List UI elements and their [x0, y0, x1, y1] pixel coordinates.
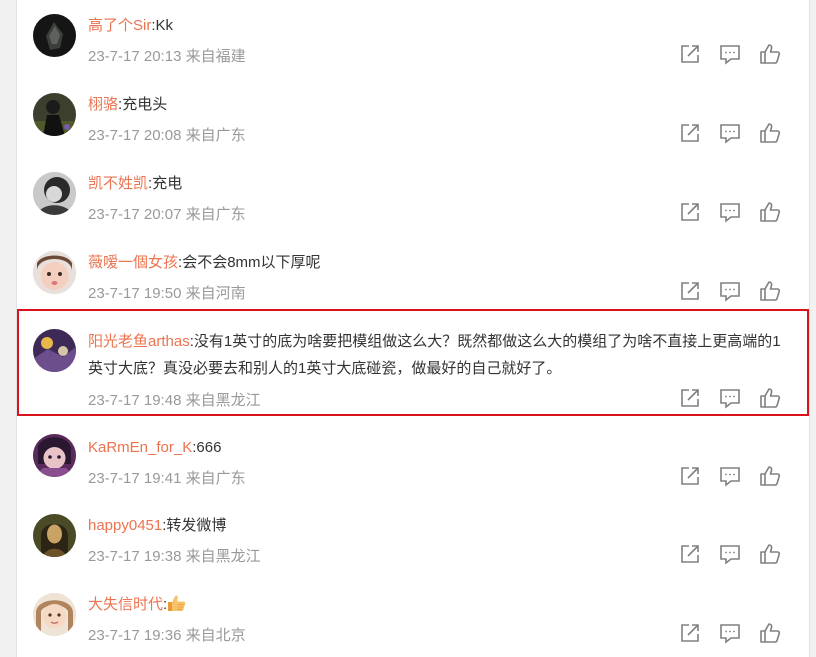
comment-icon[interactable] — [719, 465, 741, 487]
comment-item: 高了个Sir:Kk 23-7-17 20:13 来自福建 — [17, 0, 809, 79]
comment-line: happy0451:转发微博 — [88, 512, 789, 539]
comment-actions — [679, 622, 785, 644]
comment-text: Kk — [155, 17, 174, 34]
comment-meta: 23-7-17 19:50 来自河南 — [88, 282, 246, 303]
comment-actions — [679, 465, 785, 487]
comment-source: 来自广东 — [185, 127, 246, 144]
avatar[interactable] — [33, 251, 76, 294]
comment-date: 23-7-17 20:08 — [88, 127, 182, 144]
comment-meta: 23-7-17 20:07 来自广东 — [88, 203, 246, 224]
comment-username[interactable]: 凯不姓凯 — [88, 175, 148, 192]
comment-item: 凯不姓凯:充电 23-7-17 20:07 来自广东 — [17, 158, 809, 237]
comment-source: 来自河南 — [185, 285, 246, 302]
comment-item: 薇嗳一個女孩:会不会8mm以下厚呢 23-7-17 19:50 来自河南 — [17, 237, 809, 309]
comment-meta: 23-7-17 19:38 来自黑龙江 — [88, 545, 261, 566]
comment-meta: 23-7-17 19:36 来自北京 — [88, 624, 246, 645]
share-icon[interactable] — [679, 622, 701, 644]
comment-line: 凯不姓凯:充电 — [88, 170, 789, 197]
avatar[interactable] — [33, 329, 76, 372]
comment-username[interactable]: 栩骆 — [88, 96, 118, 113]
comment-date: 23-7-17 20:07 — [88, 206, 182, 223]
comment-actions — [679, 387, 785, 409]
like-icon[interactable] — [759, 543, 781, 565]
share-icon[interactable] — [679, 280, 701, 302]
comment-date: 23-7-17 19:41 — [88, 470, 182, 487]
comment-actions — [679, 43, 785, 65]
share-icon[interactable] — [679, 465, 701, 487]
comment-item: KaRmEn_for_K:666 23-7-17 19:41 来自广东 — [17, 422, 809, 500]
avatar[interactable] — [33, 514, 76, 557]
like-icon[interactable] — [759, 280, 781, 302]
comment-actions — [679, 543, 785, 565]
comment-actions — [679, 122, 785, 144]
avatar[interactable] — [33, 93, 76, 136]
comment-icon[interactable] — [719, 201, 741, 223]
like-icon[interactable] — [759, 465, 781, 487]
share-icon[interactable] — [679, 543, 701, 565]
comment-date: 23-7-17 20:13 — [88, 48, 182, 65]
comment-item: happy0451:转发微博 23-7-17 19:38 来自黑龙江 — [17, 500, 809, 579]
comment-username[interactable]: 阳光老鱼arthas — [88, 333, 190, 350]
comment-source: 来自北京 — [185, 627, 246, 644]
comment-source: 来自黑龙江 — [185, 548, 261, 565]
comment-source: 来自福建 — [185, 48, 246, 65]
comment-text: 会不会8mm以下厚呢 — [182, 254, 321, 271]
share-icon[interactable] — [679, 122, 701, 144]
comment-source: 来自黑龙江 — [185, 392, 261, 409]
comment-username[interactable]: happy0451 — [88, 517, 162, 534]
comment-meta: 23-7-17 20:13 来自福建 — [88, 45, 246, 66]
comment-item: 栩骆:充电头 23-7-17 20:08 来自广东 — [17, 79, 809, 158]
avatar[interactable] — [33, 593, 76, 636]
comment-date: 23-7-17 19:38 — [88, 548, 182, 565]
share-icon[interactable] — [679, 201, 701, 223]
comment-icon[interactable] — [719, 387, 741, 409]
comment-meta: 23-7-17 19:41 来自广东 — [88, 467, 246, 488]
comment-source: 来自广东 — [185, 206, 246, 223]
comment-text: 充电头 — [122, 96, 168, 113]
comment-line: 高了个Sir:Kk — [88, 12, 789, 39]
comment-date: 23-7-17 19:48 — [88, 392, 182, 409]
right-scrollbar[interactable] — [809, 0, 816, 657]
comment-username[interactable]: 大失信时代 — [88, 596, 163, 613]
comment-line: 薇嗳一個女孩:会不会8mm以下厚呢 — [88, 249, 789, 276]
comment-text: 转发微博 — [166, 517, 227, 534]
comment-date: 23-7-17 19:36 — [88, 627, 182, 644]
comment-text: 666 — [196, 439, 222, 456]
comment-source: 来自广东 — [185, 470, 246, 487]
comment-date: 23-7-17 19:50 — [88, 285, 182, 302]
comment-icon[interactable] — [719, 280, 741, 302]
like-icon[interactable] — [759, 387, 781, 409]
like-icon[interactable] — [759, 622, 781, 644]
thumbs-up-emoji — [167, 594, 187, 612]
left-frame — [0, 0, 17, 657]
share-icon[interactable] — [679, 43, 701, 65]
comment-meta: 23-7-17 20:08 来自广东 — [88, 124, 246, 145]
comment-line: 栩骆:充电头 — [88, 91, 789, 118]
comment-text: 充电 — [152, 175, 183, 192]
comment-icon[interactable] — [719, 622, 741, 644]
like-icon[interactable] — [759, 122, 781, 144]
comment-username[interactable]: KaRmEn_for_K — [88, 439, 192, 456]
comment-line: KaRmEn_for_K:666 — [88, 434, 789, 461]
comment-actions — [679, 201, 785, 223]
like-icon[interactable] — [759, 43, 781, 65]
comment-icon[interactable] — [719, 122, 741, 144]
like-icon[interactable] — [759, 201, 781, 223]
comment-item: 大失信时代: 23-7-17 19:36 来自北京 — [17, 579, 809, 657]
comment-meta: 23-7-17 19:48 来自黑龙江 — [88, 389, 261, 410]
comment-item-highlighted: 阳光老鱼arthas:没有1英寸的底为啥要把模组做这么大？既然都做这么大的模组了… — [17, 309, 809, 416]
avatar[interactable] — [33, 14, 76, 57]
share-icon[interactable] — [679, 387, 701, 409]
comment-actions — [679, 280, 785, 302]
comment-line: 阳光老鱼arthas:没有1英寸的底为啥要把模组做这么大？既然都做这么大的模组了… — [88, 328, 781, 382]
comment-icon[interactable] — [719, 43, 741, 65]
comment-line: 大失信时代: — [88, 591, 789, 618]
avatar[interactable] — [33, 172, 76, 215]
comment-icon[interactable] — [719, 543, 741, 565]
comment-username[interactable]: 薇嗳一個女孩 — [88, 254, 178, 271]
comment-username[interactable]: 高了个Sir — [88, 17, 151, 34]
avatar[interactable] — [33, 434, 76, 477]
